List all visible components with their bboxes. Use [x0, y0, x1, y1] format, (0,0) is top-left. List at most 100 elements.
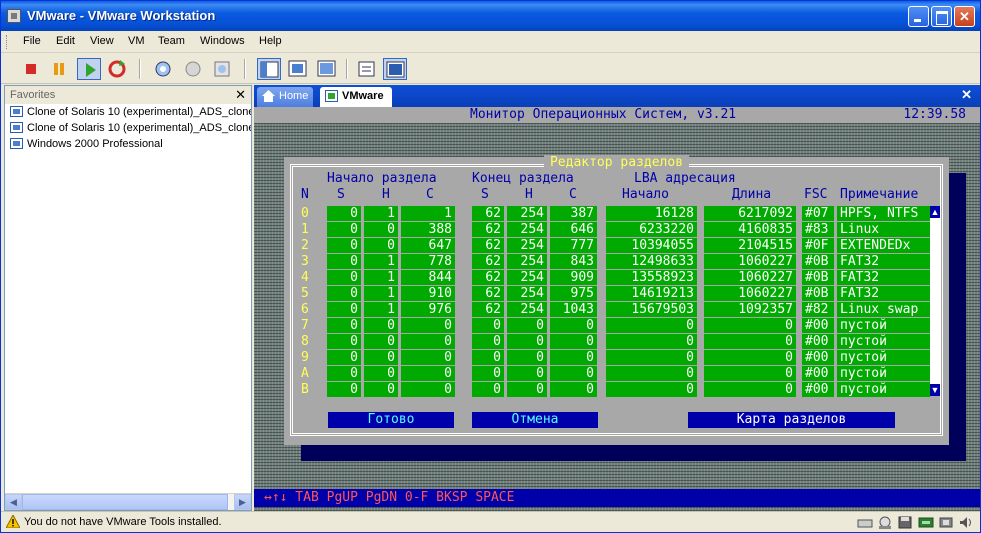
cell-fsc[interactable]: #00	[802, 350, 834, 365]
cell-start[interactable]: 10394055	[606, 238, 697, 253]
cell-note[interactable]: FAT32	[837, 254, 930, 269]
cell-c2[interactable]: 777	[550, 238, 597, 253]
cell-c2[interactable]: 0	[550, 382, 597, 397]
cell-h2[interactable]: 254	[507, 302, 547, 317]
cell-s2[interactable]: 0	[472, 350, 504, 365]
menu-file[interactable]: File	[23, 35, 41, 47]
cell-c1[interactable]: 0	[401, 334, 455, 349]
minimize-button[interactable]	[908, 6, 929, 27]
cell-c1[interactable]: 1	[401, 206, 455, 221]
cell-c1[interactable]: 0	[401, 318, 455, 333]
cell-c2[interactable]: 0	[550, 350, 597, 365]
scroll-left-button[interactable]: ◀	[5, 494, 22, 510]
favorite-item[interactable]: Clone of Solaris 10 (experimental)_ADS_c…	[5, 120, 251, 136]
cell-len[interactable]: 2104515	[704, 238, 796, 253]
snapshot-manager-button[interactable]	[210, 58, 234, 80]
cell-s1[interactable]: 0	[327, 286, 361, 301]
cell-c2[interactable]: 843	[550, 254, 597, 269]
cell-s1[interactable]: 0	[327, 238, 361, 253]
cell-c2[interactable]: 387	[550, 206, 597, 221]
cell-note[interactable]: EXTENDEDx	[837, 238, 930, 253]
tab-vmware[interactable]: VMware	[320, 87, 392, 107]
cell-s1[interactable]: 0	[327, 302, 361, 317]
cell-c1[interactable]: 0	[401, 366, 455, 381]
cell-s1[interactable]: 0	[327, 334, 361, 349]
hard-disk-icon[interactable]	[857, 516, 873, 529]
table-scrollbar[interactable]: ▲ ▼	[930, 206, 940, 396]
cell-s2[interactable]: 62	[472, 206, 504, 221]
menu-windows[interactable]: Windows	[200, 35, 245, 47]
cell-h1[interactable]: 1	[364, 270, 398, 285]
cell-s2[interactable]: 62	[472, 254, 504, 269]
cell-s2[interactable]: 62	[472, 238, 504, 253]
cell-start[interactable]: 12498633	[606, 254, 697, 269]
summary-view-button[interactable]	[355, 58, 379, 80]
suspend-button[interactable]	[47, 58, 71, 80]
cell-s2[interactable]: 0	[472, 318, 504, 333]
cell-h1[interactable]: 1	[364, 286, 398, 301]
cell-fsc[interactable]: #00	[802, 334, 834, 349]
menu-view[interactable]: View	[90, 35, 114, 47]
power-off-button[interactable]	[19, 58, 43, 80]
cell-c1[interactable]: 388	[401, 222, 455, 237]
favorite-item[interactable]: Clone of Solaris 10 (experimental)_ADS_c…	[5, 104, 251, 120]
cell-h2[interactable]: 254	[507, 254, 547, 269]
cell-len[interactable]: 1060227	[704, 254, 796, 269]
vm-console[interactable]: Монитор Операционных Систем, v3.21 12:39…	[254, 107, 980, 511]
tab-home[interactable]: Home	[257, 87, 313, 107]
cell-c1[interactable]: 647	[401, 238, 455, 253]
sound-icon[interactable]	[958, 516, 974, 529]
cell-note[interactable]: пустой	[837, 334, 930, 349]
revert-snapshot-button[interactable]	[181, 58, 205, 80]
cell-h1[interactable]: 1	[364, 302, 398, 317]
cell-h1[interactable]: 1	[364, 206, 398, 221]
cell-fsc[interactable]: #0B	[802, 286, 834, 301]
cell-h2[interactable]: 254	[507, 238, 547, 253]
cell-c1[interactable]: 0	[401, 350, 455, 365]
cell-c2[interactable]: 646	[550, 222, 597, 237]
cell-c1[interactable]: 910	[401, 286, 455, 301]
cell-s2[interactable]: 62	[472, 270, 504, 285]
cell-start[interactable]: 6233220	[606, 222, 697, 237]
cell-s1[interactable]: 0	[327, 318, 361, 333]
console-view-button[interactable]	[383, 58, 407, 80]
cell-fsc[interactable]: #07	[802, 206, 834, 221]
cell-len[interactable]: 0	[704, 366, 796, 381]
cell-h1[interactable]: 0	[364, 318, 398, 333]
partition-map-button[interactable]: Карта разделов	[688, 412, 895, 428]
show-sidebar-button[interactable]	[257, 58, 281, 80]
cell-h2[interactable]: 0	[507, 334, 547, 349]
cell-h1[interactable]: 1	[364, 254, 398, 269]
cell-len[interactable]: 6217092	[704, 206, 796, 221]
favorite-item[interactable]: Windows 2000 Professional	[5, 136, 251, 152]
cell-h2[interactable]: 0	[507, 350, 547, 365]
cell-s2[interactable]: 0	[472, 382, 504, 397]
scroll-right-button[interactable]: ▶	[234, 494, 251, 510]
cell-c1[interactable]: 0	[401, 382, 455, 397]
cell-c1[interactable]: 976	[401, 302, 455, 317]
cell-s2[interactable]: 62	[472, 286, 504, 301]
cell-s2[interactable]: 0	[472, 366, 504, 381]
cell-c2[interactable]: 0	[550, 334, 597, 349]
cell-h2[interactable]: 0	[507, 318, 547, 333]
cd-rom-icon[interactable]	[877, 516, 893, 529]
cell-h2[interactable]: 254	[507, 286, 547, 301]
title-bar[interactable]: VMware - VMware Workstation ✕	[1, 1, 980, 31]
full-screen-button[interactable]	[315, 58, 339, 80]
cell-s1[interactable]: 0	[327, 206, 361, 221]
usb-icon[interactable]	[938, 516, 954, 529]
cell-h1[interactable]: 0	[364, 334, 398, 349]
cell-start[interactable]: 15679503	[606, 302, 697, 317]
cell-h2[interactable]: 254	[507, 270, 547, 285]
cell-h2[interactable]: 0	[507, 366, 547, 381]
cell-fsc[interactable]: #00	[802, 382, 834, 397]
cell-h2[interactable]: 0	[507, 382, 547, 397]
cell-fsc[interactable]: #83	[802, 222, 834, 237]
cell-fsc[interactable]: #0F	[802, 238, 834, 253]
network-icon[interactable]	[918, 516, 934, 529]
cell-h1[interactable]: 0	[364, 382, 398, 397]
cell-h1[interactable]: 0	[364, 222, 398, 237]
cell-len[interactable]: 1060227	[704, 270, 796, 285]
menu-edit[interactable]: Edit	[56, 35, 75, 47]
cell-len[interactable]: 0	[704, 350, 796, 365]
